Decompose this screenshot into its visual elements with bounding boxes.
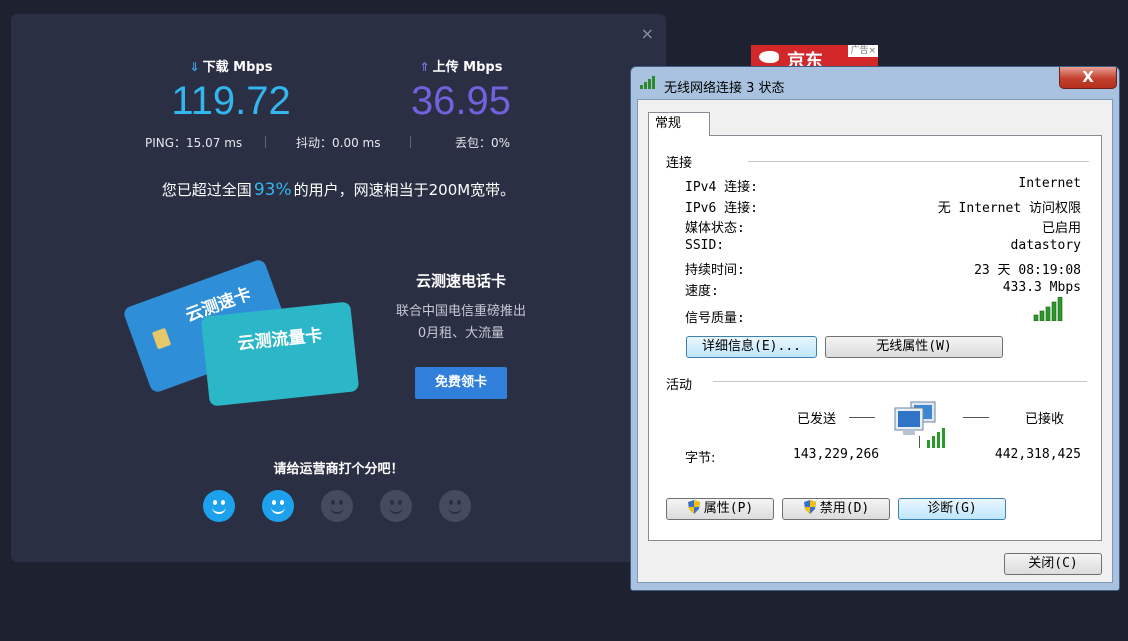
group-divider bbox=[748, 161, 1089, 162]
uac-shield-icon bbox=[803, 500, 816, 514]
tab-general[interactable]: 常规 bbox=[648, 112, 710, 136]
stats-row: PING：15.07 ms 抖动：0.00 ms 丢包：0% bbox=[11, 134, 666, 150]
speed-value: 433.3 Mbps bbox=[1002, 280, 1081, 295]
packet-loss-stat: 丢包：0% bbox=[455, 136, 511, 150]
smiley-icon[interactable] bbox=[380, 490, 412, 522]
received-dash bbox=[963, 417, 989, 418]
ad-close-tag[interactable]: 广告× bbox=[848, 45, 878, 57]
upload-value: 36.95 bbox=[410, 79, 512, 123]
activity-group-title: 活动 bbox=[666, 378, 693, 393]
close-icon[interactable]: × bbox=[641, 24, 654, 43]
smiley-icon[interactable] bbox=[321, 490, 353, 522]
smiley-icon[interactable] bbox=[262, 490, 294, 522]
bytes-sent-value: 143,229,266 bbox=[793, 447, 880, 462]
promo-block: 云测速电话卡 联合中国电信重磅推出 0月租、大流量 免费领卡 bbox=[371, 270, 551, 399]
received-label: 已接收 bbox=[1025, 412, 1065, 427]
ipv6-label: IPv6 连接: bbox=[685, 201, 758, 216]
smiley-icon[interactable] bbox=[439, 490, 471, 522]
sim-chip-icon bbox=[151, 327, 172, 350]
window-close-button[interactable]: X bbox=[1059, 67, 1117, 89]
download-value: 119.72 bbox=[171, 79, 291, 123]
properties-button[interactable]: 属性(P) bbox=[666, 498, 774, 520]
media-state-label: 媒体状态: bbox=[685, 221, 745, 236]
promo-line: 联合中国电信重磅推出 bbox=[395, 304, 526, 319]
sim-cards-illustration[interactable]: 云测速卡 云测流量卡 bbox=[122, 258, 363, 409]
general-tab-page: 连接 IPv4 连接: Internet IPv6 连接: 无 Internet… bbox=[648, 135, 1102, 541]
details-button[interactable]: 详细信息(E)... bbox=[686, 336, 817, 358]
download-arrow-icon: ⇓ bbox=[189, 60, 200, 74]
smiley-icon[interactable] bbox=[203, 490, 235, 522]
ssid-label: SSID: bbox=[685, 238, 725, 253]
ipv4-label: IPv4 连接: bbox=[685, 180, 758, 195]
dialog-title: 无线网络连接 3 状态 bbox=[664, 81, 785, 96]
sent-label: 已发送 bbox=[797, 412, 837, 427]
ipv6-value: 无 Internet 访问权限 bbox=[937, 201, 1081, 216]
ipv4-value: Internet bbox=[1018, 176, 1081, 191]
media-state-value: 已启用 bbox=[1041, 221, 1081, 236]
download-label: 下载 Mbps bbox=[202, 60, 273, 75]
bytes-received-value: 442,318,425 bbox=[994, 447, 1081, 462]
jd-logo-icon bbox=[759, 51, 779, 63]
duration-value: 23 天 08:19:08 bbox=[974, 263, 1081, 278]
ping-stat: PING：15.07 ms bbox=[145, 136, 243, 150]
sent-dash bbox=[849, 417, 875, 418]
percentile-value: 93% bbox=[253, 180, 292, 200]
wireless-status-dialog: 无线网络连接 3 状态 X 常规 连接 IPv4 连接: Internet IP… bbox=[630, 66, 1120, 591]
jitter-stat: 抖动：0.00 ms bbox=[296, 136, 381, 150]
wifi-signal-icon bbox=[640, 76, 655, 89]
duration-label: 持续时间: bbox=[685, 263, 745, 278]
signal-quality-label: 信号质量: bbox=[685, 311, 745, 326]
disable-button[interactable]: 禁用(D) bbox=[782, 498, 890, 520]
speedtest-panel: × ⇓ 下载 Mbps 119.72 ⇑ 上传 Mbps 36.95 PING：15… bbox=[11, 14, 666, 562]
speed-label: 速度: bbox=[685, 284, 719, 299]
summary-text: 您已超过全国 93% 的用户，网速相当于200M宽带。 bbox=[161, 180, 516, 200]
connection-group-title: 连接 bbox=[666, 156, 693, 171]
upload-arrow-icon: ⇑ bbox=[419, 60, 430, 74]
bytes-label: 字节: bbox=[685, 451, 716, 466]
get-free-card-button[interactable]: 免费领卡 bbox=[415, 367, 507, 399]
diagnose-button[interactable]: 诊断(G) bbox=[898, 498, 1006, 520]
download-metric: ⇓ 下载 Mbps 119.72 bbox=[131, 56, 331, 124]
stat-divider bbox=[410, 136, 411, 148]
promo-line: 0月租、大流量 bbox=[417, 326, 505, 341]
signal-strength-icon bbox=[1033, 297, 1063, 321]
uac-shield-icon bbox=[687, 500, 700, 514]
rating-prompt: 请给运营商打个分吧！ bbox=[273, 462, 404, 477]
wireless-properties-button[interactable]: 无线属性(W) bbox=[825, 336, 1003, 358]
promo-title: 云测速电话卡 bbox=[415, 272, 506, 290]
upload-metric: ⇑ 上传 Mbps 36.95 bbox=[361, 56, 561, 124]
network-computers-icon bbox=[894, 401, 945, 448]
close-button[interactable]: 关闭(C) bbox=[1004, 553, 1102, 575]
dialog-titlebar[interactable]: 无线网络连接 3 状态 X bbox=[631, 67, 1119, 97]
data-card-image: 云测流量卡 bbox=[200, 301, 360, 407]
group-divider bbox=[713, 381, 1087, 382]
upload-label: 上传 Mbps bbox=[432, 60, 503, 75]
dialog-body: 常规 连接 IPv4 连接: Internet IPv6 连接: 无 Inter… bbox=[637, 99, 1113, 583]
stat-divider bbox=[265, 136, 266, 148]
ssid-value: datastory bbox=[1010, 238, 1081, 253]
